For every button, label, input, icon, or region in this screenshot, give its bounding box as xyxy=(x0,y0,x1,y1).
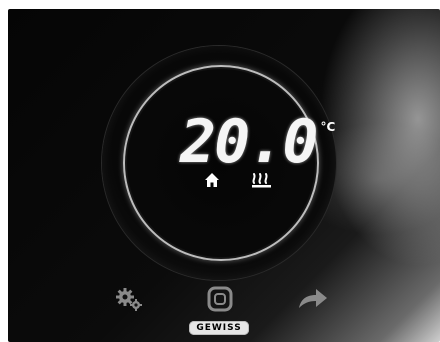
temperature-value: 20.0 xyxy=(180,107,318,177)
temperature-unit: °C xyxy=(320,120,336,134)
brand-logo: GEWISS xyxy=(189,321,249,335)
temperature-display: 20.0 °C xyxy=(180,107,336,177)
home-icon xyxy=(205,173,219,187)
arrow-right-icon[interactable] xyxy=(296,286,330,312)
heating-icon xyxy=(252,173,271,188)
gear-icon[interactable] xyxy=(114,286,144,312)
mode-indicators xyxy=(204,170,274,190)
center-button[interactable] xyxy=(205,285,235,313)
device-frame: 20.0 °C GEWISS xyxy=(0,0,440,342)
